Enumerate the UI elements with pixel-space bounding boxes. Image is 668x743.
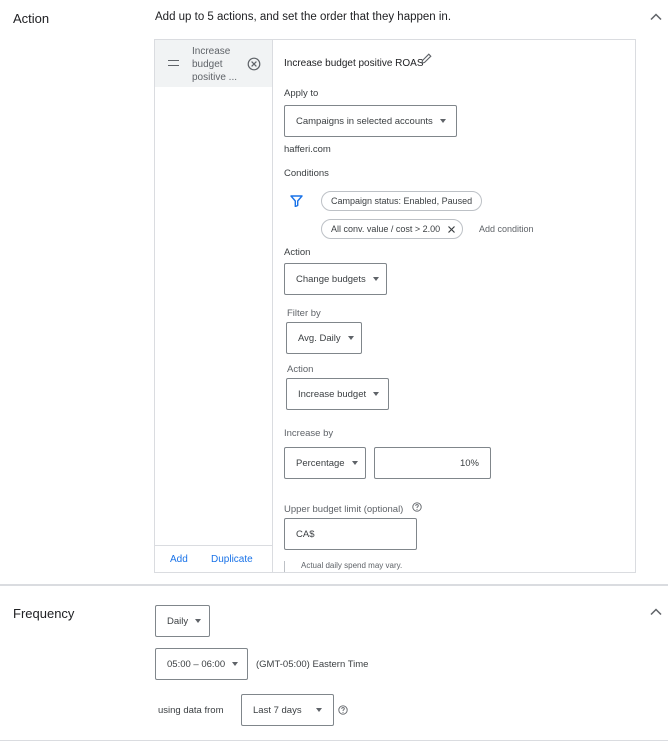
action-list: Increase budget positive ... Add Duplica…	[155, 40, 273, 572]
apply-to-dropdown[interactable]: Campaigns in selected accounts	[284, 105, 457, 137]
account-name: hafferi.com	[284, 144, 331, 155]
dropdown-caret-icon	[315, 708, 322, 712]
upper-limit-label: Upper budget limit (optional)	[284, 504, 404, 515]
action-section-title: Action	[13, 11, 50, 26]
increase-by-label: Increase by	[284, 428, 334, 439]
increase-by-value-input[interactable]: 10%	[374, 447, 491, 479]
editor-title: Increase budget positive ROAS	[284, 58, 424, 69]
action-label: Action	[284, 247, 311, 258]
condition-chip-label: Campaign status: Enabled, Paused	[331, 196, 473, 206]
dropdown-caret-icon	[195, 619, 202, 623]
chevron-up-icon[interactable]	[649, 10, 663, 24]
condition-chip[interactable]: All conv. value / cost > 2.00	[321, 219, 464, 239]
remove-circle-icon[interactable]	[247, 57, 261, 71]
increase-by-type-dropdown[interactable]: Percentage	[284, 447, 366, 479]
edit-pencil-icon[interactable]	[420, 52, 433, 65]
action-section-subtitle: Add up to 5 actions, and set the order t…	[155, 11, 452, 23]
note-divider	[284, 561, 285, 572]
dropdown-caret-icon	[373, 392, 380, 396]
chevron-up-icon[interactable]	[649, 605, 663, 619]
frequency-dropdown[interactable]: Daily	[155, 605, 210, 637]
add-action-link[interactable]: Add	[170, 554, 188, 565]
filter-icon	[290, 195, 303, 207]
spend-note: Actual daily spend may vary.	[301, 561, 403, 570]
sub-action-label: Action	[287, 364, 314, 375]
filter-by-value: Avg. Daily	[298, 332, 341, 344]
date-range-value: Last 7 days	[253, 704, 302, 716]
conditions-label: Conditions	[284, 168, 329, 179]
upper-limit-input[interactable]: CA$	[284, 518, 417, 550]
dropdown-caret-icon	[351, 461, 358, 465]
time-dropdown[interactable]: 05:00 – 06:00	[155, 648, 248, 680]
dropdown-caret-icon	[372, 277, 379, 281]
dropdown-caret-icon	[232, 662, 239, 666]
date-range-dropdown[interactable]: Last 7 days	[241, 694, 334, 726]
time-value: 05:00 – 06:00	[167, 658, 226, 670]
action-list-footer: Add Duplicate	[155, 545, 272, 572]
help-icon[interactable]	[412, 502, 422, 512]
sub-action-dropdown[interactable]: Increase budget	[286, 378, 389, 410]
apply-to-label: Apply to	[284, 88, 319, 99]
increase-by-value: 10%	[459, 457, 479, 469]
using-data-label: using data from	[158, 705, 224, 716]
timezone-text: (GMT-05:00) Eastern Time	[256, 659, 369, 670]
sub-action-value: Increase budget	[298, 388, 367, 400]
action-type-value: Change budgets	[296, 273, 366, 285]
add-condition-link[interactable]: Add condition	[479, 224, 534, 234]
filter-by-dropdown[interactable]: Avg. Daily	[286, 322, 362, 354]
dropdown-caret-icon	[347, 336, 354, 340]
upper-limit-prefix: CA$	[296, 528, 315, 540]
section-divider	[0, 584, 668, 586]
section-divider	[0, 740, 668, 741]
dropdown-caret-icon	[439, 119, 446, 123]
filter-by-label: Filter by	[287, 308, 321, 319]
action-list-item-label: Increase budget positive ...	[192, 46, 238, 83]
action-type-dropdown[interactable]: Change budgets	[284, 263, 387, 295]
drag-handle-icon[interactable]	[168, 60, 179, 66]
increase-by-type-value: Percentage	[296, 457, 345, 469]
apply-to-value: Campaigns in selected accounts	[296, 115, 433, 127]
condition-chip[interactable]: Campaign status: Enabled, Paused	[321, 191, 483, 211]
duplicate-action-link[interactable]: Duplicate	[211, 554, 253, 565]
frequency-value: Daily	[167, 615, 189, 627]
condition-chip-label: All conv. value / cost > 2.00	[331, 224, 441, 234]
action-list-item[interactable]: Increase budget positive ...	[155, 40, 272, 87]
close-icon[interactable]	[447, 225, 456, 234]
help-icon[interactable]	[338, 705, 348, 715]
frequency-section-title: Frequency	[13, 606, 75, 621]
